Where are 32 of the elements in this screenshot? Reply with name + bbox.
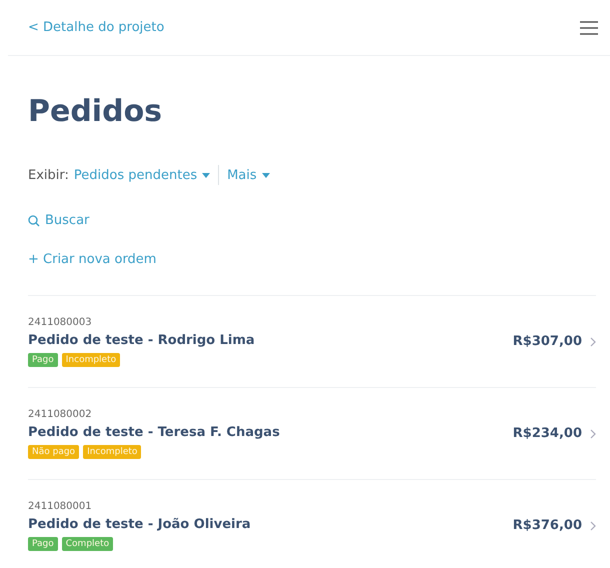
create-order-button[interactable]: + Criar nova ordem	[28, 252, 156, 267]
order-amount: R$307,00	[512, 334, 582, 349]
search-icon	[28, 214, 40, 226]
status-tag: Incompleto	[62, 352, 120, 366]
chevron-icon	[590, 520, 596, 530]
order-row[interactable]: 2411080002 Pedido de teste - Teresa F. Chagas Não pago Incompleto R$234,00	[28, 388, 596, 480]
order-row[interactable]: 2411080003 Pedido de teste - Rodrigo Lima Pago Incompleto R$307,00	[28, 296, 596, 388]
back-link[interactable]: < Detalhe do projeto	[28, 20, 164, 35]
order-title: Pedido de teste - Rodrigo Lima	[28, 332, 255, 348]
order-title: Pedido de teste - Teresa F. Chagas	[28, 424, 280, 440]
chevron-icon	[590, 336, 596, 346]
order-title: Pedido de teste - João Oliveira	[28, 516, 251, 532]
status-tag: Incompleto	[83, 444, 142, 458]
menu-icon[interactable]	[580, 20, 598, 34]
status-tag: Pago	[28, 536, 58, 550]
view-dropdown[interactable]: Pedidos pendentes	[74, 168, 210, 182]
caret-icon	[202, 172, 210, 178]
filter-label: Exibir:	[28, 168, 69, 182]
order-id: 2411080003	[28, 316, 93, 328]
status-tag: Não pago	[28, 444, 80, 458]
order-id: 2411080001	[28, 500, 93, 512]
status-tag: Pago	[28, 352, 58, 366]
status-tag: Completo	[62, 536, 114, 550]
order-id: 2411080002	[28, 408, 93, 420]
page-title: Pedidos	[28, 94, 164, 129]
more-dropdown[interactable]: Mais	[227, 168, 270, 182]
search-button[interactable]: Buscar	[28, 213, 90, 228]
order-row[interactable]: 2411080001 Pedido de teste - João Oliveira Pago Completo R$376,00	[28, 480, 596, 568]
order-amount: R$234,00	[512, 426, 582, 441]
chevron-icon	[590, 428, 596, 438]
caret-icon	[262, 172, 270, 178]
order-amount: R$376,00	[512, 518, 582, 533]
